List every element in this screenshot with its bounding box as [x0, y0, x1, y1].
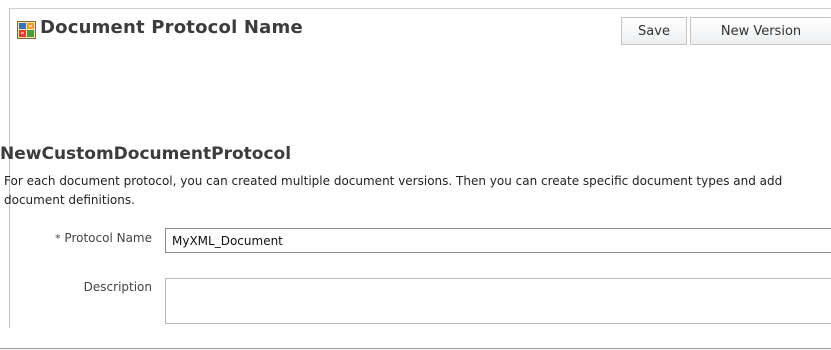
protocol-name-label-text: Protocol Name: [64, 231, 152, 245]
protocol-name-input[interactable]: [165, 228, 831, 253]
description-input[interactable]: [165, 278, 831, 324]
save-button[interactable]: Save: [621, 17, 687, 45]
page-title: Document Protocol Name: [40, 17, 303, 38]
section-title: NewCustomDocumentProtocol: [0, 144, 292, 164]
required-indicator: *: [55, 232, 61, 245]
bottom-divider: [0, 348, 831, 349]
protocol-name-label: * Protocol Name: [50, 230, 152, 247]
document-protocol-icon: [17, 21, 36, 39]
new-version-button[interactable]: New Version: [690, 17, 831, 45]
section-description: For each document protocol, you can crea…: [4, 174, 783, 207]
description-label: Description: [83, 280, 152, 294]
